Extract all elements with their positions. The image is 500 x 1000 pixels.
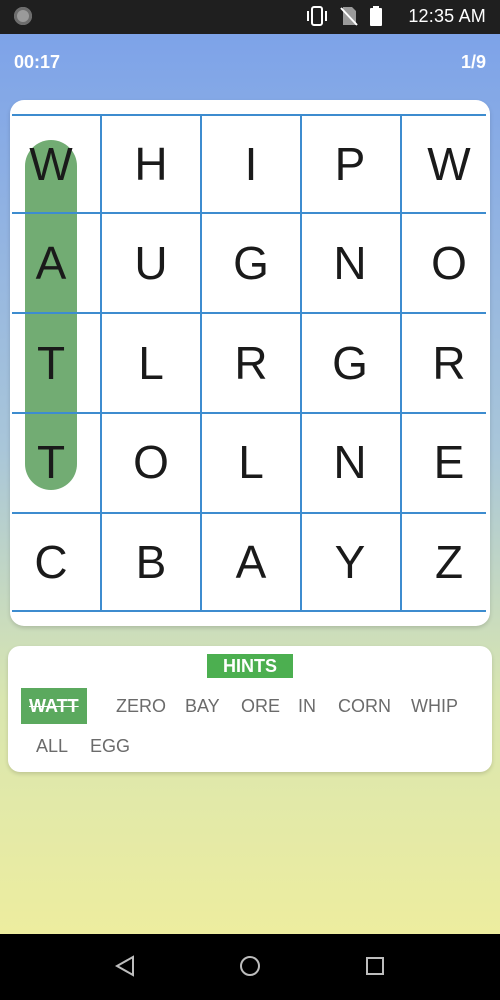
letter-cell[interactable]: A (201, 512, 301, 612)
hint-word: EGG (90, 736, 131, 756)
letter-cell[interactable]: H (101, 114, 201, 214)
hint-word: CORN (338, 696, 391, 716)
letter-cell[interactable]: O (399, 213, 499, 313)
letter-cell[interactable]: Z (399, 512, 499, 612)
hints-title: HINTS (207, 654, 293, 678)
letter-cell[interactable]: R (399, 313, 499, 413)
status-bar: 12:35 AM (0, 0, 500, 34)
clock: 12:35 AM (408, 6, 486, 26)
letter-cell[interactable]: W (399, 114, 499, 214)
hint-word: ALL (36, 736, 69, 756)
notification-icon (14, 7, 32, 25)
no-sim-icon (340, 7, 358, 26)
letter-cell[interactable]: T (1, 313, 101, 413)
recents-icon[interactable] (364, 954, 386, 978)
letter-cell[interactable]: B (101, 512, 201, 612)
letter-cell[interactable]: I (201, 114, 301, 214)
letter-cell[interactable]: U (101, 213, 201, 313)
game-timer: 00:17 (14, 52, 61, 72)
navigation-bar (0, 934, 500, 1000)
letter-cell[interactable]: A (1, 213, 101, 313)
hint-word: BAY (185, 696, 220, 716)
letter-cell[interactable]: N (300, 412, 400, 512)
letter-cell[interactable]: O (101, 412, 201, 512)
letter-cell[interactable]: P (300, 114, 400, 214)
hint-word: ZERO (116, 696, 167, 716)
letter-cell[interactable]: L (201, 412, 301, 512)
status-icons (306, 6, 382, 26)
letter-cell[interactable]: E (399, 412, 499, 512)
letter-cell[interactable]: G (300, 313, 400, 413)
letter-cell[interactable]: Y (300, 512, 400, 612)
hint-word-found: WATT (21, 688, 87, 724)
letter-cell[interactable]: T (1, 412, 101, 512)
hints-card: HINTS WATT ZERO BAY ORE IN CORN WHIP ALL… (8, 646, 492, 772)
letter-cell[interactable]: N (300, 213, 400, 313)
home-icon[interactable] (238, 954, 262, 978)
letter-cell[interactable]: L (101, 313, 201, 413)
hint-word: WHIP (411, 696, 458, 716)
level-progress: 1/9 (460, 52, 486, 72)
back-icon[interactable] (114, 954, 136, 978)
letter-cell[interactable]: C (1, 512, 101, 612)
letter-cell[interactable]: R (201, 313, 301, 413)
vibrate-icon (307, 6, 327, 26)
hint-word: IN (298, 696, 316, 716)
letter-cell[interactable]: G (201, 213, 301, 313)
letter-cell[interactable]: W (1, 114, 101, 214)
battery-icon (370, 6, 382, 26)
hint-word: ORE (241, 696, 281, 716)
